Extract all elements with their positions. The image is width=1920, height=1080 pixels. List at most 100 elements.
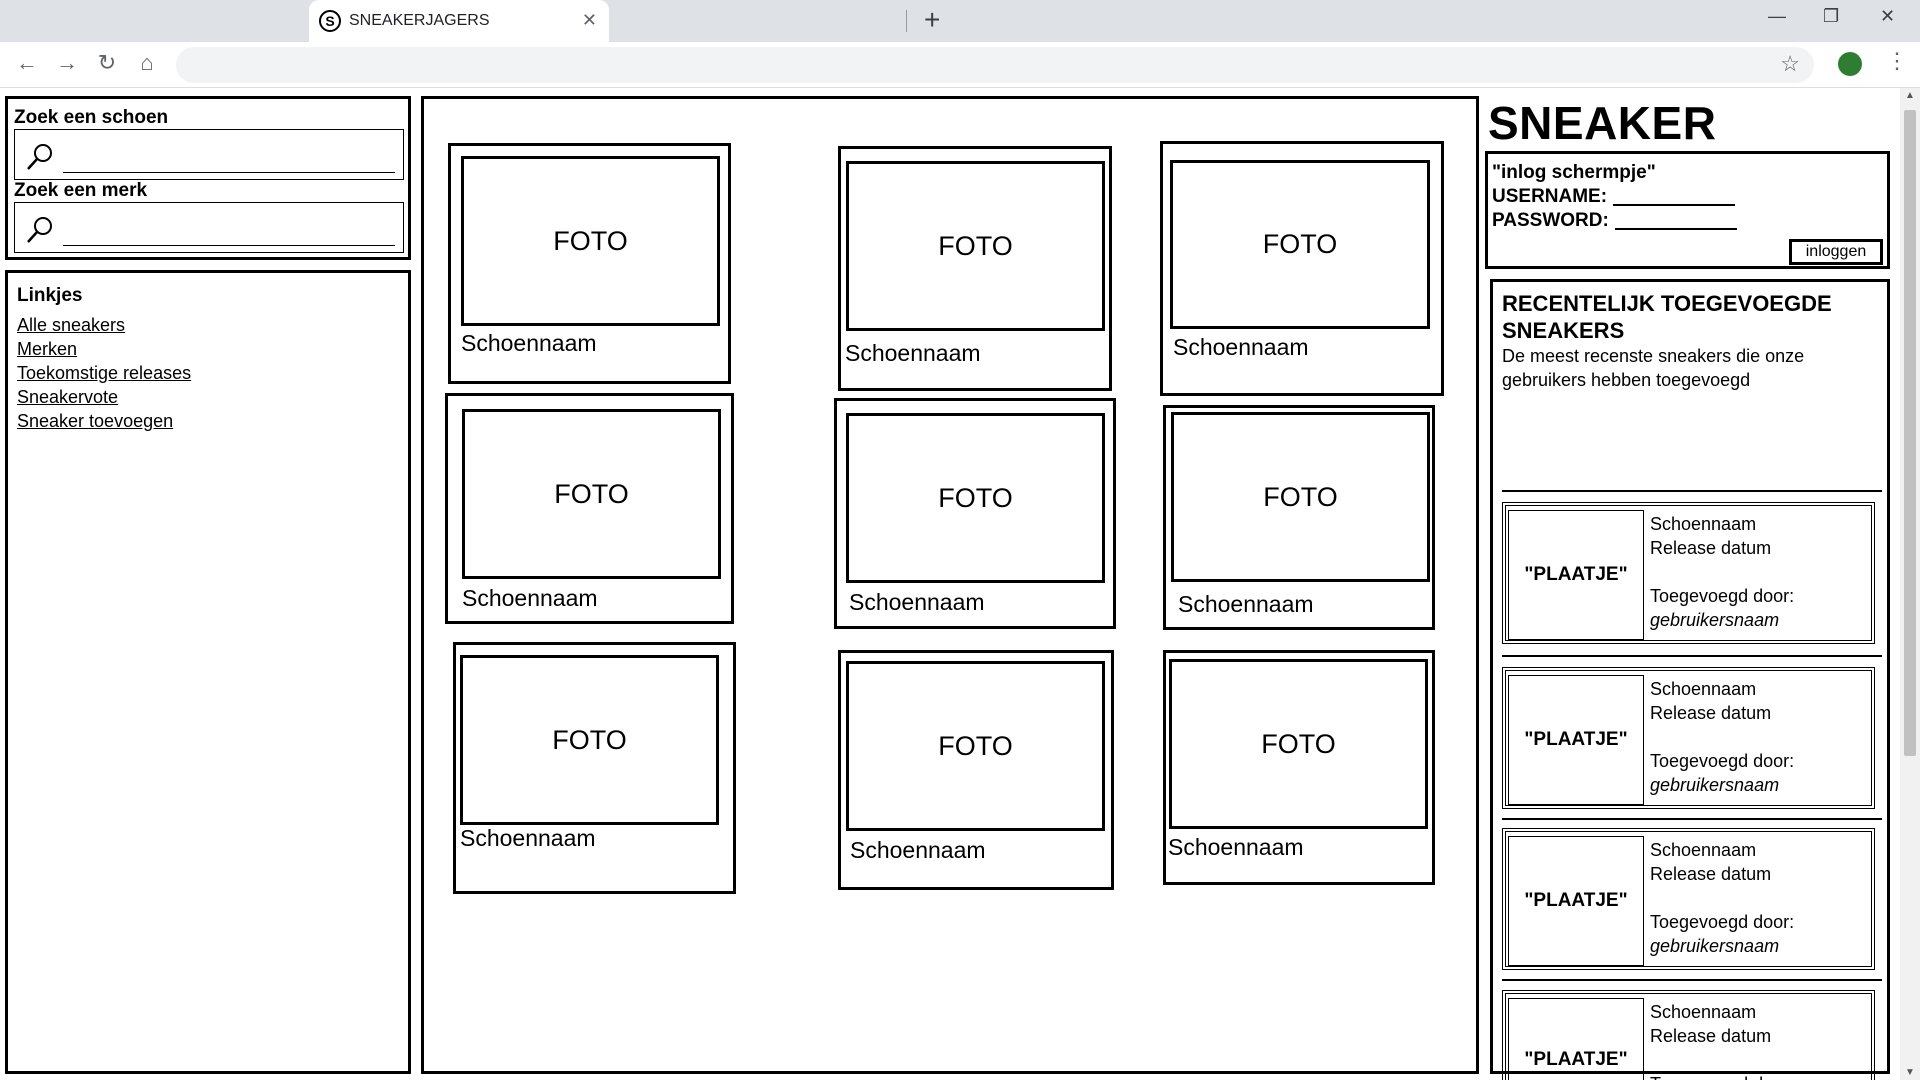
recent-description: De meest recenste sneakers die onze gebr… bbox=[1502, 346, 1805, 390]
links-title: Linkjes bbox=[17, 285, 83, 306]
recent-item-frame: "PLAATJE" Schoennaam Release datum Toege… bbox=[1505, 505, 1872, 641]
card-photo: FOTO bbox=[846, 661, 1105, 831]
card-photo: FOTO bbox=[1171, 412, 1430, 582]
bookmark-star-icon[interactable]: ☆ bbox=[1780, 51, 1800, 77]
link-sneakervote[interactable]: Sneakervote bbox=[17, 385, 191, 409]
magnifier-icon bbox=[27, 144, 52, 170]
scroll-up-icon[interactable]: ▲ bbox=[1905, 90, 1915, 101]
password-row: PASSWORD: bbox=[1492, 210, 1737, 232]
sneaker-card[interactable]: FOTO Schoennaam bbox=[445, 393, 734, 624]
login-caption: "inlog schermpje" bbox=[1492, 162, 1656, 183]
brand-search-input[interactable] bbox=[14, 202, 404, 253]
card-name: Schoennaam bbox=[845, 340, 981, 366]
password-field[interactable] bbox=[1614, 228, 1737, 230]
recent-item-image: "PLAATJE" bbox=[1508, 510, 1644, 640]
reload-icon[interactable]: ↻ bbox=[92, 50, 122, 76]
forward-icon[interactable]: → bbox=[52, 50, 82, 76]
recent-item-added-by: Toegevoegd door: bbox=[1650, 1072, 1794, 1080]
tab-separator bbox=[906, 10, 907, 32]
recent-sneaker-item[interactable]: "PLAATJE" Schoennaam Release datum Toege… bbox=[1502, 828, 1875, 970]
sneaker-card[interactable]: FOTO Schoennaam bbox=[1163, 405, 1435, 630]
sneaker-card[interactable]: FOTO Schoennaam bbox=[453, 642, 736, 894]
recent-heading-line: RECENTELIJK TOEGEVOEGDE bbox=[1502, 291, 1832, 316]
recent-item-text: Schoennaam Release datum Toegevoegd door… bbox=[1650, 677, 1794, 797]
recent-sneaker-item[interactable]: "PLAATJE" Schoennaam Release datum Toege… bbox=[1502, 667, 1875, 809]
tab-close-icon[interactable]: ✕ bbox=[582, 10, 597, 31]
card-name: Schoennaam bbox=[1178, 591, 1314, 617]
password-label: PASSWORD: bbox=[1492, 210, 1609, 231]
recent-item-release: Release datum bbox=[1650, 538, 1772, 558]
login-panel: "inlog schermpje" USERNAME: PASSWORD: in… bbox=[1485, 151, 1890, 269]
card-name: Schoennaam bbox=[850, 837, 986, 863]
new-tab-icon[interactable]: + bbox=[924, 4, 940, 36]
card-photo: FOTO bbox=[461, 156, 720, 326]
scroll-down-icon[interactable]: ▼ bbox=[1905, 1067, 1915, 1078]
minimize-icon[interactable]: — bbox=[1768, 6, 1786, 27]
back-icon[interactable]: ← bbox=[12, 50, 42, 76]
card-photo: FOTO bbox=[846, 161, 1105, 331]
sneaker-card[interactable]: FOTO Schoennaam bbox=[838, 650, 1114, 890]
scrollbar-thumb[interactable] bbox=[1904, 110, 1916, 756]
card-name: Schoennaam bbox=[1168, 834, 1304, 860]
links-panel: Linkjes Alle sneakers Merken Toekomstige… bbox=[5, 270, 411, 1074]
link-add-sneaker[interactable]: Sneaker toevoegen bbox=[17, 409, 191, 433]
links-list: Alle sneakers Merken Toekomstige release… bbox=[17, 313, 191, 433]
search-panel: Zoek een schoen Zoek een merk bbox=[5, 96, 411, 260]
recent-sneaker-item[interactable]: "PLAATJE" Schoennaam Release datum Toege… bbox=[1502, 502, 1875, 644]
link-upcoming-releases[interactable]: Toekomstige releases bbox=[17, 361, 191, 385]
site-favicon-icon: S bbox=[319, 10, 341, 32]
recent-item-user: gebruikersnaam bbox=[1650, 775, 1780, 795]
recent-item-frame: "PLAATJE" Schoennaam Release datum Toege… bbox=[1505, 670, 1872, 806]
card-name: Schoennaam bbox=[461, 330, 597, 356]
search-underline bbox=[63, 172, 395, 173]
username-field[interactable] bbox=[1613, 204, 1736, 206]
recent-item-user: gebruikersnaam bbox=[1650, 610, 1780, 630]
card-photo: FOTO bbox=[846, 413, 1105, 583]
sneaker-card[interactable]: FOTO Schoennaam bbox=[448, 143, 731, 384]
sneaker-card[interactable]: FOTO Schoennaam bbox=[1160, 141, 1444, 396]
page-scrollbar[interactable]: ▲ ▼ bbox=[1900, 88, 1920, 1080]
card-photo: FOTO bbox=[1170, 160, 1430, 329]
recent-item-added-by: Toegevoegd door: bbox=[1650, 751, 1795, 771]
recent-heading-line: SNEAKERS bbox=[1502, 318, 1625, 343]
home-icon[interactable]: ⌂ bbox=[132, 50, 162, 76]
browser-menu-icon[interactable]: ⋮ bbox=[1886, 48, 1908, 74]
recent-sneaker-item[interactable]: "PLAATJE" Schoennaam Release datum Toege… bbox=[1502, 990, 1875, 1080]
shoe-search-input[interactable] bbox=[14, 129, 404, 180]
link-all-sneakers[interactable]: Alle sneakers bbox=[17, 313, 191, 337]
browser-toolbar: ← → ↻ ⌂ ☆ ⋮ bbox=[0, 42, 1920, 88]
login-button[interactable]: inloggen bbox=[1789, 239, 1883, 265]
recent-heading: RECENTELIJK TOEGEVOEGDE SNEAKERS bbox=[1502, 290, 1832, 344]
browser-tab[interactable]: S SNEAKERJAGERS ✕ bbox=[309, 0, 609, 42]
sneaker-card[interactable]: FOTO Schoennaam bbox=[834, 398, 1116, 629]
window-close-icon[interactable]: ✕ bbox=[1880, 6, 1895, 27]
recent-divider bbox=[1502, 490, 1882, 492]
recent-item-added-by: Toegevoegd door: bbox=[1650, 586, 1795, 606]
username-label: USERNAME: bbox=[1492, 186, 1608, 207]
restore-icon[interactable]: ❐ bbox=[1823, 6, 1839, 27]
card-name: Schoennaam bbox=[849, 589, 985, 615]
card-photo: FOTO bbox=[460, 655, 719, 825]
shoe-search-label: Zoek een schoen bbox=[14, 107, 169, 128]
recent-divider bbox=[1502, 979, 1882, 981]
recent-item-release: Release datum bbox=[1650, 864, 1772, 884]
sneaker-card[interactable]: FOTO Schoennaam bbox=[1163, 650, 1435, 885]
sneaker-card[interactable]: FOTO Schoennaam bbox=[838, 146, 1112, 391]
recent-item-name: Schoennaam bbox=[1650, 840, 1757, 860]
recent-item-name: Schoennaam bbox=[1650, 514, 1757, 534]
address-bar[interactable]: ☆ bbox=[176, 47, 1814, 83]
card-photo: FOTO bbox=[462, 409, 721, 579]
profile-avatar-icon[interactable] bbox=[1838, 52, 1862, 76]
link-brands[interactable]: Merken bbox=[17, 337, 191, 361]
recent-item-text: Schoennaam Release datum Toegevoegd door… bbox=[1650, 1000, 1794, 1080]
search-underline bbox=[63, 245, 395, 246]
recent-sneakers-panel: RECENTELIJK TOEGEVOEGDE SNEAKERS De mees… bbox=[1490, 279, 1890, 1080]
recent-divider bbox=[1502, 655, 1882, 657]
tab-title: SNEAKERJAGERS bbox=[349, 12, 490, 29]
page-content: Zoek een schoen Zoek een merk Linkjes Al… bbox=[0, 88, 1920, 1080]
sneaker-grid-panel: FOTO Schoennaam FOTO Schoennaam FOTO Sch… bbox=[421, 96, 1479, 1074]
recent-item-text: Schoennaam Release datum Toegevoegd door… bbox=[1650, 838, 1794, 958]
recent-item-text: Schoennaam Release datum Toegevoegd door… bbox=[1650, 512, 1794, 632]
recent-divider bbox=[1502, 818, 1882, 820]
card-name: Schoennaam bbox=[1173, 334, 1309, 360]
